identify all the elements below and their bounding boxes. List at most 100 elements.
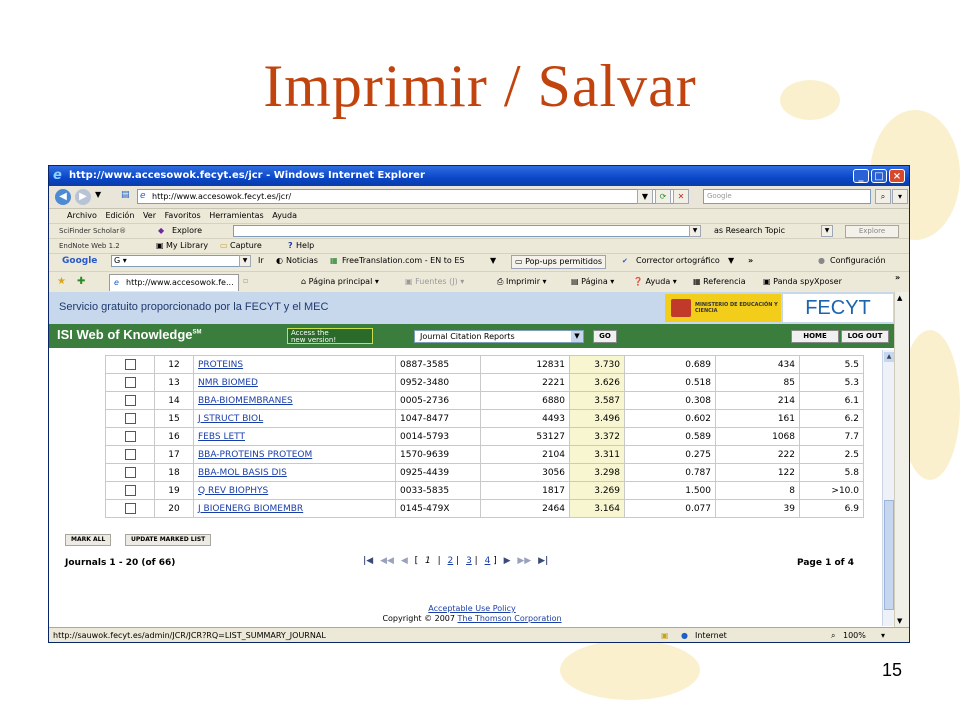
- history-dropdown-icon[interactable]: ▼: [95, 190, 101, 199]
- my-library-button[interactable]: My Library: [163, 240, 211, 252]
- menu-edicion[interactable]: Edición: [105, 211, 134, 220]
- research-topic-select[interactable]: as Research Topic: [711, 225, 788, 237]
- stop-button[interactable]: ✕: [673, 189, 689, 204]
- journal-title-link[interactable]: BBA-MOL BASIS DIS: [198, 468, 287, 478]
- google-ir-button[interactable]: Ir: [255, 255, 267, 267]
- research-topic-dropdown[interactable]: ▼: [821, 225, 833, 237]
- access-new-version-button[interactable]: Access the new version!: [287, 328, 373, 344]
- url-dropdown-button[interactable]: ▼: [637, 189, 653, 204]
- add-favorites-icon[interactable]: ✚: [77, 276, 85, 287]
- logout-button[interactable]: LOG OUT: [841, 330, 889, 343]
- google-search-input[interactable]: G ▾: [111, 255, 251, 267]
- chevron-down-icon: ▼: [571, 331, 583, 342]
- journal-title-link[interactable]: BBA-BIOMEMBRANES: [198, 396, 293, 406]
- go-button[interactable]: GO: [593, 330, 617, 343]
- back-button[interactable]: ◀: [55, 189, 71, 205]
- help-menu-button[interactable]: ❓ Ayuda ▾: [633, 276, 677, 288]
- row-checkbox[interactable]: [124, 431, 136, 442]
- new-tab-icon[interactable]: ▫: [243, 276, 248, 285]
- row-checkbox[interactable]: [124, 449, 136, 460]
- help-button[interactable]: Help: [293, 240, 317, 252]
- row-checkbox[interactable]: [124, 467, 136, 478]
- ministerio-logo[interactable]: MINISTERIO DE EDUCACIÓN Y CIENCIA: [665, 294, 781, 322]
- menu-favoritos[interactable]: Favoritos: [165, 211, 201, 220]
- scifinder-explore-label[interactable]: Explore: [169, 225, 205, 237]
- total-cites-cell: 1817: [480, 481, 570, 500]
- reference-button[interactable]: ▦ Referencia: [693, 276, 746, 288]
- home-button[interactable]: ⌂ Página principal ▾: [301, 276, 379, 288]
- journal-title-link[interactable]: BBA-PROTEINS PROTEOM: [198, 450, 312, 460]
- thomson-link[interactable]: The Thomson Corporation: [458, 614, 562, 623]
- maximize-button[interactable]: □: [871, 169, 887, 183]
- scroll-up-icon[interactable]: ▲: [884, 352, 894, 362]
- status-zoom[interactable]: 100%: [843, 628, 866, 642]
- freetranslation-dropdown-icon[interactable]: ▼: [487, 255, 499, 267]
- freetranslation-button[interactable]: FreeTranslation.com - EN to ES: [339, 255, 467, 267]
- noticias-button[interactable]: Noticias: [283, 255, 321, 267]
- explore-button[interactable]: Explore: [845, 225, 899, 238]
- corrector-dropdown-icon[interactable]: ▼: [725, 255, 737, 267]
- fecyt-logo[interactable]: FECYT: [783, 294, 893, 322]
- menu-archivo[interactable]: Archivo: [67, 211, 97, 220]
- row-checkbox[interactable]: [124, 413, 136, 424]
- journal-title-link[interactable]: J BIOENERG BIOMEMBR: [198, 504, 303, 514]
- page-menu-button[interactable]: ▤ Página ▾: [571, 276, 614, 288]
- prev-page-icon[interactable]: ◀: [401, 556, 408, 566]
- close-button[interactable]: ×: [889, 169, 905, 183]
- google-history-dropdown[interactable]: ▼: [239, 255, 251, 267]
- browser-scrollbar[interactable]: ▲ ▼: [894, 292, 909, 627]
- last-page-icon[interactable]: ▶|: [538, 556, 548, 566]
- menu-ver[interactable]: Ver: [143, 211, 156, 220]
- favorites-star-icon[interactable]: ★: [57, 276, 66, 287]
- scroll-up-icon[interactable]: ▲: [897, 294, 902, 302]
- home-nav-button[interactable]: HOME: [791, 330, 839, 343]
- refresh-button[interactable]: ⟳: [655, 189, 671, 204]
- journal-title-link[interactable]: FEBS LETT: [198, 432, 245, 442]
- zoom-dropdown-icon[interactable]: ▾: [881, 628, 885, 642]
- scroll-thumb[interactable]: [884, 500, 894, 610]
- forward-button[interactable]: ▶: [75, 189, 91, 205]
- commandbar-overflow-chevron[interactable]: »: [895, 272, 900, 284]
- window-titlebar[interactable]: e http://www.accesowok.fecyt.es/jcr - Wi…: [49, 166, 909, 186]
- first-page-icon[interactable]: |◀: [363, 556, 373, 566]
- search-icon[interactable]: ⌕: [875, 189, 891, 204]
- immediacy-index-cell: 0.275: [624, 445, 716, 464]
- print-button[interactable]: ⎙ Imprimir ▾: [497, 276, 547, 288]
- search-options-button[interactable]: ▾: [892, 189, 908, 204]
- journal-title-link[interactable]: Q REV BIOPHYS: [198, 486, 268, 496]
- minimize-button[interactable]: _: [853, 169, 869, 183]
- scifinder-dropdown-button[interactable]: ▼: [689, 225, 701, 237]
- journal-title-link[interactable]: PROTEINS: [198, 360, 243, 370]
- row-checkbox[interactable]: [124, 395, 136, 406]
- menu-ayuda[interactable]: Ayuda: [272, 211, 297, 220]
- next-ten-icon[interactable]: ▶▶: [517, 556, 531, 566]
- tab-active[interactable]: e http://www.accesowok.fe...: [109, 274, 239, 291]
- product-select[interactable]: Journal Citation Reports ▼: [414, 330, 584, 343]
- row-checkbox[interactable]: [124, 359, 136, 370]
- row-checkbox[interactable]: [124, 503, 136, 514]
- scifinder-search-input[interactable]: [233, 225, 701, 237]
- journal-title-link[interactable]: J STRUCT BIOL: [198, 414, 263, 424]
- menu-herramientas[interactable]: Herramientas: [209, 211, 264, 220]
- prev-ten-icon[interactable]: ◀◀: [380, 556, 394, 566]
- journal-title-link[interactable]: NMR BIOMED: [198, 378, 258, 388]
- row-checkbox[interactable]: [124, 377, 136, 388]
- popups-button[interactable]: ▭ Pop-ups permitidos: [511, 255, 607, 269]
- panda-button[interactable]: ▣ Panda spyXposer: [763, 276, 842, 288]
- update-marked-list-button[interactable]: UPDATE MARKED LIST: [125, 534, 212, 546]
- mark-all-button[interactable]: MARK ALL: [65, 534, 112, 546]
- scroll-down-icon[interactable]: ▼: [897, 617, 902, 625]
- row-checkbox[interactable]: [124, 485, 136, 496]
- url-input[interactable]: e http://www.accesowok.fecyt.es/jcr/: [137, 189, 677, 204]
- search-input[interactable]: Google: [703, 189, 871, 204]
- pager-page-2[interactable]: 2: [448, 556, 454, 566]
- acceptable-use-link[interactable]: Acceptable Use Policy: [428, 604, 515, 613]
- toolbar-overflow-chevron[interactable]: »: [745, 255, 756, 267]
- capture-button[interactable]: Capture: [227, 240, 265, 252]
- next-page-icon[interactable]: ▶: [504, 556, 511, 566]
- pager-page-4[interactable]: 4: [485, 556, 491, 566]
- configuracion-button[interactable]: Configuración: [827, 255, 889, 267]
- pager-page-3[interactable]: 3: [466, 556, 472, 566]
- feeds-button[interactable]: ▣ Fuentes (J) ▾: [405, 276, 464, 288]
- spellcheck-button[interactable]: Corrector ortográfico: [633, 255, 723, 267]
